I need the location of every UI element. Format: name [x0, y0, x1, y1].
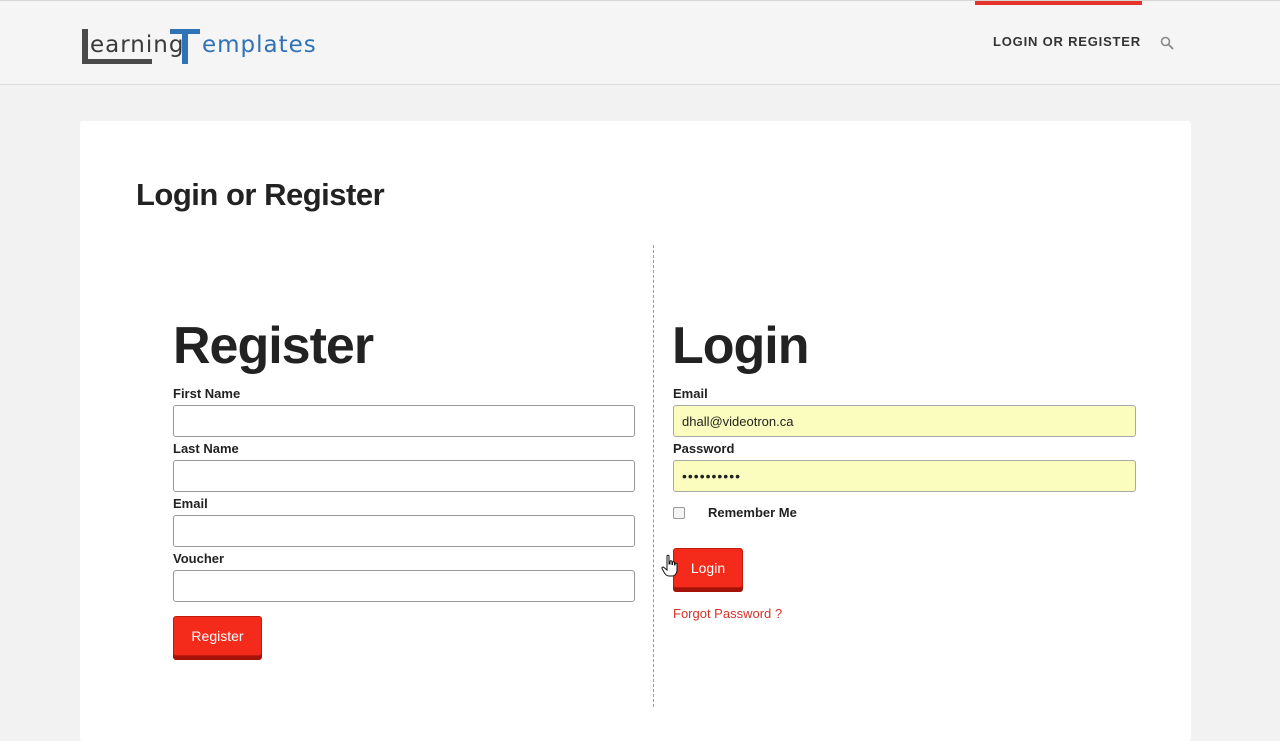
site-header: earning emplates LOGIN OR REGISTER	[0, 0, 1280, 85]
column-divider	[653, 245, 654, 707]
nav-login-or-register[interactable]: LOGIN OR REGISTER	[993, 34, 1141, 49]
login-heading: Login	[672, 317, 810, 375]
site-logo[interactable]: earning emplates	[82, 23, 322, 67]
last-name-label: Last Name	[173, 441, 239, 456]
logo-t-mark	[170, 29, 200, 64]
password-label: Password	[673, 441, 735, 456]
search-icon[interactable]	[1160, 36, 1174, 50]
first-name-label: First Name	[173, 386, 241, 401]
page-title: Login or Register	[136, 177, 385, 212]
register-heading: Register	[173, 317, 374, 375]
login-email-label: Email	[673, 386, 708, 401]
logo-text-templates: emplates	[202, 32, 317, 58]
password-input[interactable]: ••••••••••	[673, 460, 1136, 492]
forgot-password-link[interactable]: Forgot Password ?	[673, 606, 782, 621]
register-email-label: Email	[173, 496, 208, 511]
hand-pointer-cursor-icon	[661, 554, 679, 578]
last-name-input[interactable]	[173, 460, 635, 492]
login-email-input[interactable]: dhall@videotron.ca	[673, 405, 1136, 437]
remember-me-label[interactable]: Remember Me	[708, 505, 797, 520]
nav-active-indicator	[975, 1, 1142, 5]
first-name-input[interactable]	[173, 405, 635, 437]
remember-me-checkbox[interactable]	[673, 507, 685, 519]
login-button[interactable]: Login	[673, 548, 743, 588]
register-email-input[interactable]	[173, 515, 635, 547]
voucher-input[interactable]	[173, 570, 635, 602]
voucher-label: Voucher	[173, 551, 225, 566]
register-button[interactable]: Register	[173, 616, 262, 656]
